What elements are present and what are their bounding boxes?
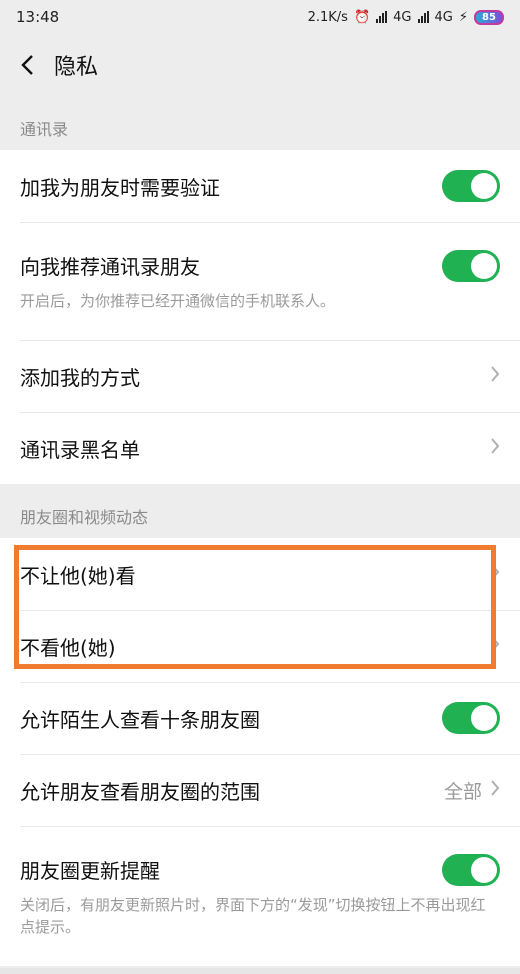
status-bar: 13:48 2.1K/s ⏰ 4G 4G ⚡ 85	[0, 0, 520, 34]
add-methods-row[interactable]: 添加我的方式	[0, 340, 520, 412]
recommend-contacts-toggle[interactable]	[442, 249, 500, 282]
require-verify-row: 加我为朋友时需要验证	[0, 150, 520, 222]
moments-group: 不让他(她)看 不看他(她) 允许陌生人查看十条朋友圈 允许朋友查看朋友圈的范围…	[0, 538, 520, 966]
allow-strangers-row: 允许陌生人查看十条朋友圈	[0, 682, 520, 754]
allow-strangers-toggle[interactable]	[442, 702, 500, 734]
net-speed: 2.1K/s	[307, 9, 348, 25]
add-methods-label: 添加我的方式	[20, 365, 140, 390]
visible-range-row[interactable]: 允许朋友查看朋友圈的范围 全部	[0, 754, 520, 826]
section-header-moments: 朋友圈和视频动态	[20, 508, 149, 527]
alarm-icon: ⏰	[353, 9, 371, 25]
nav-bar: 隐私	[0, 34, 520, 96]
hide-their-posts-row[interactable]: 不看他(她)	[0, 610, 520, 682]
signal-icon-2	[417, 11, 429, 23]
carrier-2-label: 4G	[434, 9, 453, 25]
chevron-right-icon	[490, 365, 500, 387]
charging-icon: ⚡	[458, 9, 468, 25]
chevron-right-icon	[490, 437, 500, 459]
chevron-right-icon	[490, 779, 500, 801]
recommend-contacts-label: 向我推荐通讯录朋友	[20, 255, 200, 280]
contacts-group: 加我为朋友时需要验证 向我推荐通讯录朋友 开启后，为你推荐已经开通微信的手机联系…	[0, 150, 520, 484]
back-arrow-icon[interactable]	[14, 52, 40, 78]
hide-my-posts-label: 不让他(她)看	[20, 563, 136, 588]
chevron-right-icon	[490, 563, 500, 585]
bottom-strip	[0, 968, 520, 974]
update-reminder-toggle[interactable]	[442, 853, 500, 886]
signal-icon	[376, 11, 388, 23]
page-title: 隐私	[54, 55, 99, 80]
recommend-contacts-row: 向我推荐通讯录朋友 开启后，为你推荐已经开通微信的手机联系人。	[0, 222, 520, 340]
status-icons: 2.1K/s ⏰ 4G 4G ⚡ 85	[307, 9, 504, 25]
visible-range-value: 全部	[443, 780, 482, 803]
chevron-right-icon	[490, 635, 500, 657]
require-verify-label: 加我为朋友时需要验证	[20, 175, 220, 200]
section-header-contacts: 通讯录	[20, 120, 69, 139]
status-time: 13:48	[16, 8, 60, 26]
update-reminder-desc: 关闭后，有朋友更新照片时，界面下方的“发现”切换按钮上不再出现红点提示。	[20, 895, 486, 937]
hide-my-posts-row[interactable]: 不让他(她)看	[0, 538, 520, 610]
carrier-1-label: 4G	[393, 9, 412, 25]
visible-range-label: 允许朋友查看朋友圈的范围	[20, 779, 260, 804]
update-reminder-row: 朋友圈更新提醒 关闭后，有朋友更新照片时，界面下方的“发现”切换按钮上不再出现红…	[0, 826, 520, 966]
update-reminder-label: 朋友圈更新提醒	[20, 859, 160, 883]
blacklist-row[interactable]: 通讯录黑名单	[0, 412, 520, 484]
battery-icon: 85	[474, 9, 504, 25]
require-verify-toggle[interactable]	[442, 170, 500, 202]
hide-their-posts-label: 不看他(她)	[20, 635, 116, 660]
recommend-contacts-desc: 开启后，为你推荐已经开通微信的手机联系人。	[20, 291, 336, 310]
allow-strangers-label: 允许陌生人查看十条朋友圈	[20, 707, 260, 732]
blacklist-label: 通讯录黑名单	[20, 437, 140, 462]
